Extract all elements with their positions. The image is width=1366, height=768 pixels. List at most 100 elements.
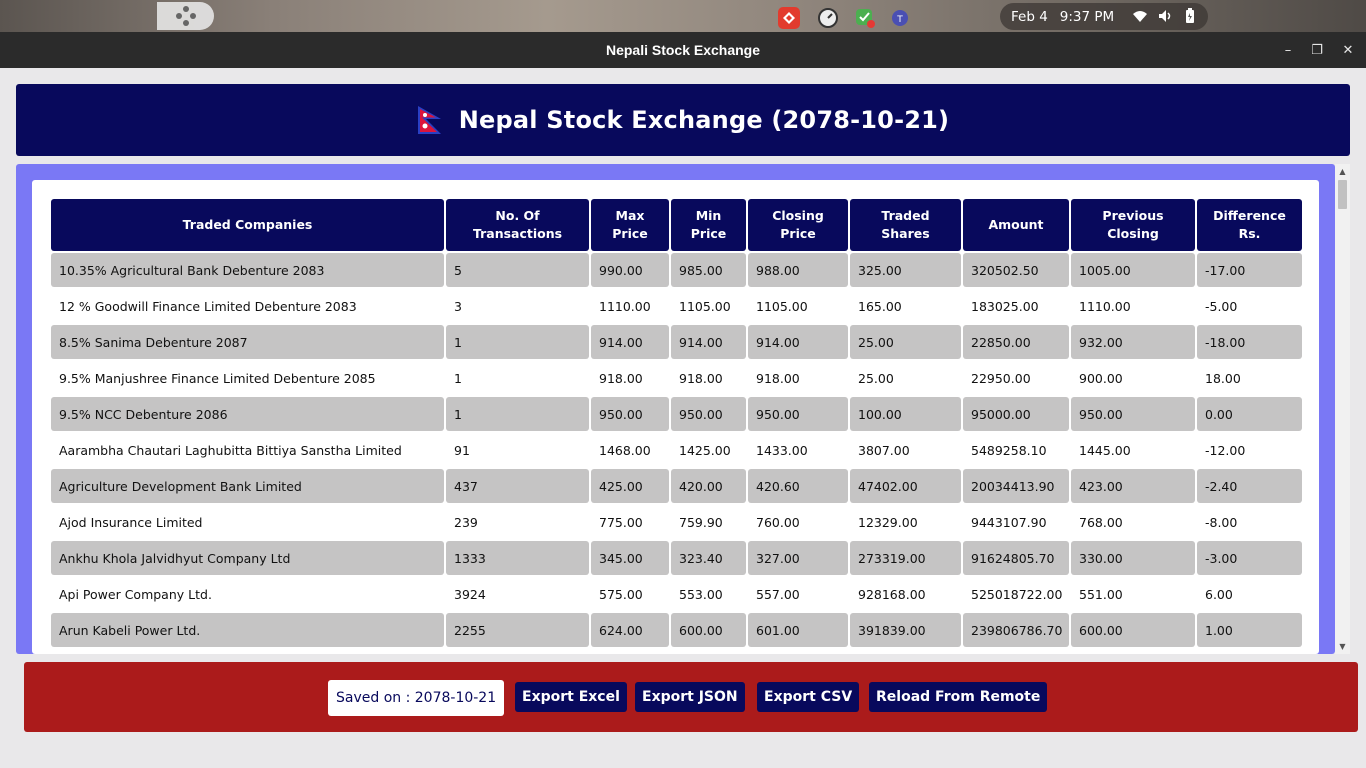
cell-company-name: Arun Kabeli Power Ltd. bbox=[51, 613, 444, 647]
col-previous-closing[interactable]: Previous Closing bbox=[1071, 199, 1195, 251]
col-traded-companies[interactable]: Traded Companies bbox=[51, 199, 444, 251]
shelf-app-anydesk-icon[interactable] bbox=[778, 7, 800, 29]
cell-previous-closing: 330.00 bbox=[1071, 541, 1195, 575]
cell-closing-price: 988.00 bbox=[748, 253, 848, 287]
cell-amount: 320502.50 bbox=[963, 253, 1069, 287]
cell-traded-shares: 47402.00 bbox=[850, 469, 961, 503]
reload-from-remote-button[interactable]: Reload From Remote bbox=[869, 682, 1048, 712]
window-titlebar: Nepali Stock Exchange bbox=[0, 32, 1366, 68]
cell-closing-price: 918.00 bbox=[748, 361, 848, 395]
scroll-down-icon[interactable]: ▼ bbox=[1338, 642, 1347, 651]
cell-closing-price: 420.60 bbox=[748, 469, 848, 503]
export-csv-button[interactable]: Export CSV bbox=[757, 682, 860, 712]
cell-max-price: 345.00 bbox=[591, 541, 669, 575]
cell-closing-price: 1105.00 bbox=[748, 289, 848, 323]
cell-amount: 22850.00 bbox=[963, 325, 1069, 359]
cell-amount: 95000.00 bbox=[963, 397, 1069, 431]
cell-amount: 20034413.90 bbox=[963, 469, 1069, 503]
cell-amount: 9443107.90 bbox=[963, 505, 1069, 539]
export-excel-button[interactable]: Export Excel bbox=[515, 682, 627, 712]
col-min-price[interactable]: Min Price bbox=[671, 199, 746, 251]
cell-min-price: 1105.00 bbox=[671, 289, 746, 323]
saved-on-label: Saved on : 2078-10-21 bbox=[328, 680, 505, 716]
table-row: 8.5% Sanima Debenture 2087 1 914.00 914.00 9… bbox=[51, 325, 1302, 359]
nepal-flag-icon bbox=[417, 105, 443, 135]
maximize-button[interactable]: ❐ bbox=[1308, 41, 1326, 59]
cell-previous-closing: 423.00 bbox=[1071, 469, 1195, 503]
close-button[interactable]: ✕ bbox=[1339, 41, 1357, 59]
cell-min-price: 918.00 bbox=[671, 361, 746, 395]
cell-min-price: 914.00 bbox=[671, 325, 746, 359]
cell-max-price: 918.00 bbox=[591, 361, 669, 395]
table-row: Aarambha Chautari Laghubitta Bittiya San… bbox=[51, 433, 1302, 467]
cell-closing-price: 601.00 bbox=[748, 613, 848, 647]
cell-closing-price: 760.00 bbox=[748, 505, 848, 539]
cell-difference: 6.00 bbox=[1197, 577, 1302, 611]
export-json-button[interactable]: Export JSON bbox=[635, 682, 745, 712]
system-tray[interactable]: Feb 4 9:37 PM bbox=[1000, 3, 1208, 30]
cell-traded-shares: 12329.00 bbox=[850, 505, 961, 539]
cell-max-price: 775.00 bbox=[591, 505, 669, 539]
cell-min-price: 420.00 bbox=[671, 469, 746, 503]
action-footer: Saved on : 2078-10-21 Export Excel Expor… bbox=[24, 662, 1358, 732]
cell-max-price: 950.00 bbox=[591, 397, 669, 431]
col-transactions[interactable]: No. Of Transactions bbox=[446, 199, 589, 251]
cell-company-name: Agriculture Development Bank Limited bbox=[51, 469, 444, 503]
cell-difference: 18.00 bbox=[1197, 361, 1302, 395]
cell-min-price: 759.90 bbox=[671, 505, 746, 539]
shelf-app-speedometer-icon[interactable] bbox=[817, 7, 839, 29]
cell-previous-closing: 600.00 bbox=[1071, 613, 1195, 647]
cell-max-price: 1110.00 bbox=[591, 289, 669, 323]
cell-closing-price: 914.00 bbox=[748, 325, 848, 359]
cell-previous-closing: 1005.00 bbox=[1071, 253, 1195, 287]
cell-difference: -2.40 bbox=[1197, 469, 1302, 503]
shelf-app-checkmark-icon[interactable] bbox=[854, 7, 876, 29]
volume-icon bbox=[1157, 8, 1173, 24]
shelf-app-teams-icon[interactable]: T bbox=[889, 7, 911, 29]
page-title: Nepal Stock Exchange (2078-10-21) bbox=[458, 106, 950, 134]
scrollbar-thumb[interactable] bbox=[1338, 180, 1347, 209]
cell-closing-price: 950.00 bbox=[748, 397, 848, 431]
cell-difference: 1.00 bbox=[1197, 613, 1302, 647]
scrollbar-track[interactable] bbox=[1335, 164, 1350, 654]
cell-traded-shares: 273319.00 bbox=[850, 541, 961, 575]
cell-amount: 525018722.00 bbox=[963, 577, 1069, 611]
col-traded-shares[interactable]: Traded Shares bbox=[850, 199, 961, 251]
cell-max-price: 624.00 bbox=[591, 613, 669, 647]
cell-previous-closing: 900.00 bbox=[1071, 361, 1195, 395]
table-row: 12 % Goodwill Finance Limited Debenture … bbox=[51, 289, 1302, 323]
scroll-up-icon[interactable]: ▲ bbox=[1338, 167, 1347, 176]
cell-transactions: 1333 bbox=[446, 541, 589, 575]
cell-company-name: Ankhu Khola Jalvidhyut Company Ltd bbox=[51, 541, 444, 575]
cell-previous-closing: 1110.00 bbox=[1071, 289, 1195, 323]
cell-max-price: 990.00 bbox=[591, 253, 669, 287]
cell-transactions: 3924 bbox=[446, 577, 589, 611]
col-amount[interactable]: Amount bbox=[963, 199, 1069, 251]
cell-traded-shares: 165.00 bbox=[850, 289, 961, 323]
table-header-row: Traded Companies No. Of Transactions Max… bbox=[51, 199, 1302, 251]
cell-difference: -8.00 bbox=[1197, 505, 1302, 539]
cell-traded-shares: 3807.00 bbox=[850, 433, 961, 467]
table-row: Ankhu Khola Jalvidhyut Company Ltd 1333 34… bbox=[51, 541, 1302, 575]
launcher-button[interactable] bbox=[157, 2, 214, 30]
table-row: Ajod Insurance Limited 239 775.00 759.90 760… bbox=[51, 505, 1302, 539]
cell-traded-shares: 391839.00 bbox=[850, 613, 961, 647]
cell-difference: -12.00 bbox=[1197, 433, 1302, 467]
cell-company-name: 8.5% Sanima Debenture 2087 bbox=[51, 325, 444, 359]
col-difference[interactable]: Difference Rs. bbox=[1197, 199, 1302, 251]
col-max-price[interactable]: Max Price bbox=[591, 199, 669, 251]
cell-min-price: 1425.00 bbox=[671, 433, 746, 467]
cell-closing-price: 327.00 bbox=[748, 541, 848, 575]
cell-min-price: 323.40 bbox=[671, 541, 746, 575]
cell-transactions: 2255 bbox=[446, 613, 589, 647]
cell-max-price: 575.00 bbox=[591, 577, 669, 611]
col-closing-price[interactable]: Closing Price bbox=[748, 199, 848, 251]
minimize-button[interactable]: – bbox=[1279, 41, 1297, 59]
table-card[interactable]: Traded Companies No. Of Transactions Max… bbox=[32, 180, 1319, 654]
cell-transactions: 5 bbox=[446, 253, 589, 287]
cell-min-price: 600.00 bbox=[671, 613, 746, 647]
cell-amount: 22950.00 bbox=[963, 361, 1069, 395]
tray-time: 9:37 PM bbox=[1059, 8, 1115, 25]
table-row: Api Power Company Ltd. 3924 575.00 553.00 55… bbox=[51, 577, 1302, 611]
cell-difference: 0.00 bbox=[1197, 397, 1302, 431]
